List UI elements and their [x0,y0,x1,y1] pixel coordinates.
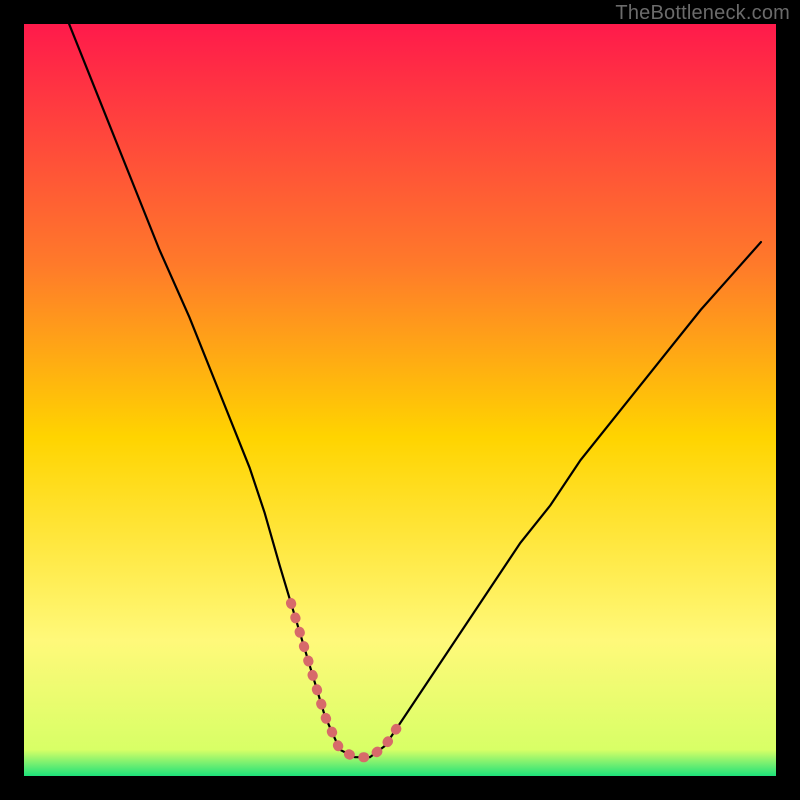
watermark-text: TheBottleneck.com [615,2,790,25]
chart-background [24,24,776,776]
chart-frame [24,24,776,776]
bottleneck-chart [24,24,776,776]
